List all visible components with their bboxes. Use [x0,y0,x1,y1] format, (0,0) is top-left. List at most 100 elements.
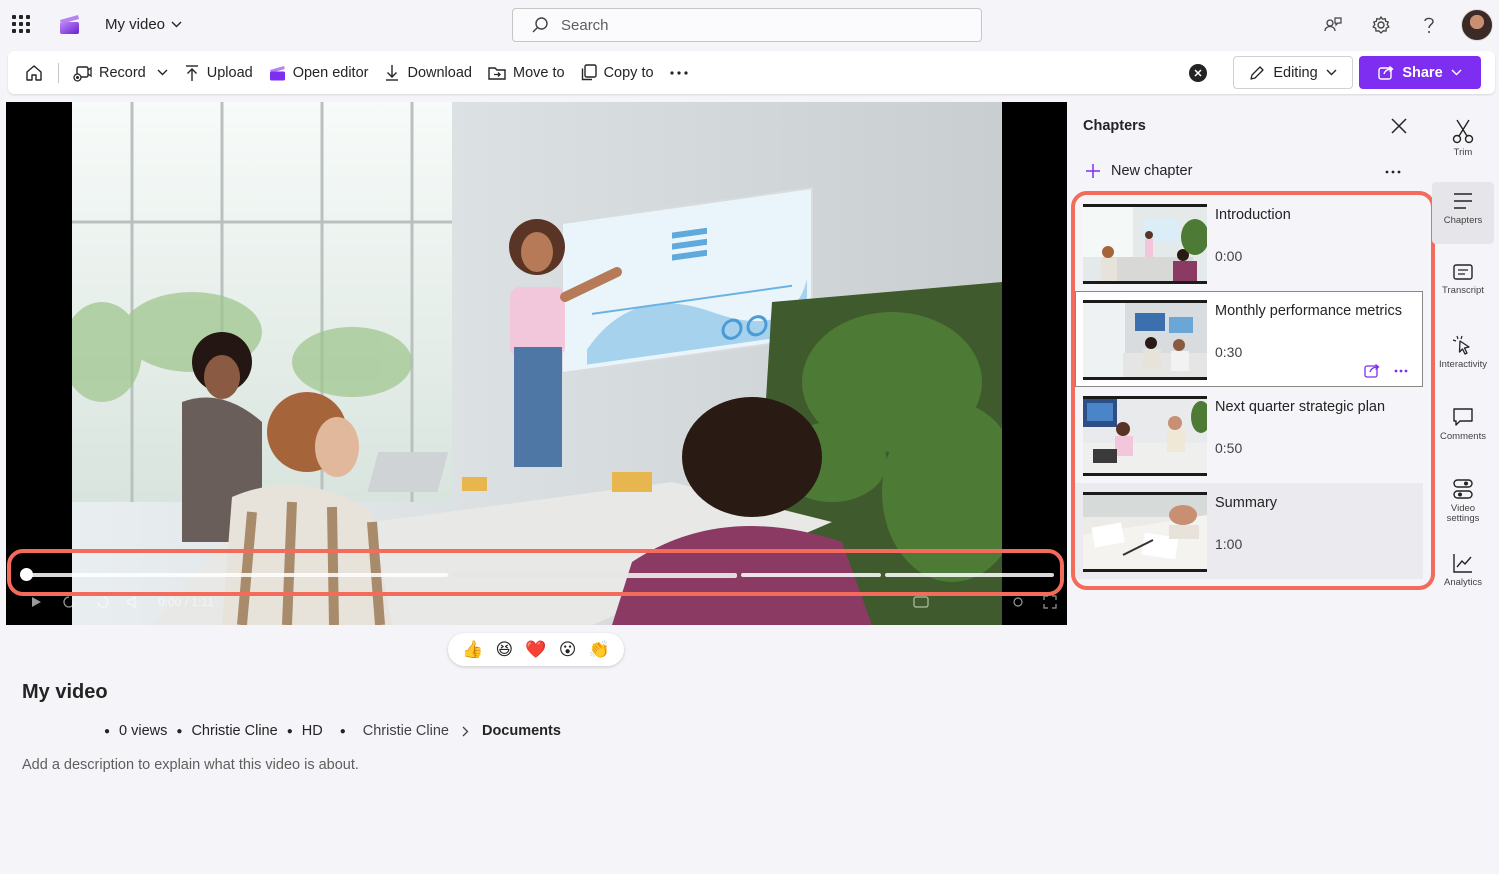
reaction-thumbs-up[interactable]: 👍 [462,640,483,660]
progress-bar-highlight [7,549,1064,596]
rail-comments-label: Comments [1440,431,1486,442]
chevron-down-icon [1326,69,1337,76]
user-avatar[interactable] [1461,9,1493,41]
rail-analytics-label: Analytics [1443,577,1482,588]
share-button[interactable]: Share [1359,56,1481,89]
chevron-right-icon [462,726,469,736]
close-icon[interactable] [1389,116,1409,136]
move-folder-icon [488,66,506,80]
rail-interactivity-label: Interactivity [1438,359,1488,370]
move-to-button[interactable]: Move to [480,51,573,94]
download-button[interactable]: Download [376,51,480,94]
rail-transcript-label: Transcript [1442,285,1484,296]
description-field[interactable]: Add a description to explain what this v… [22,757,359,773]
top-bar: My video Search [0,0,1499,50]
doc-title-menu[interactable]: My video [105,16,182,33]
rail-trim[interactable]: Trim [1432,110,1494,172]
open-editor-button[interactable]: Open editor [261,51,377,94]
owner-name[interactable]: Christie Cline [191,723,277,739]
rewind-icon[interactable] [62,595,76,609]
home-icon [26,64,42,81]
breadcrumb-owner[interactable]: Christie Cline [363,723,449,739]
chevron-down-icon [157,69,168,76]
share-icon [1378,65,1394,80]
breadcrumb-folder[interactable]: Documents [482,723,561,739]
reaction-surprised[interactable]: 😮 [559,640,577,660]
copy-icon [581,64,597,81]
quality-badge: HD [301,723,323,739]
copy-to-label: Copy to [603,64,654,81]
toolbar-divider [58,62,59,83]
new-chapter-label: New chapter [1111,163,1193,179]
record-button[interactable]: Record [65,51,176,94]
open-editor-label: Open editor [292,64,369,81]
doc-title: My video [105,16,166,33]
chevron-down-icon [1451,69,1462,76]
upload-button[interactable]: Upload [176,51,261,94]
analytics-chart-icon [1453,554,1472,573]
chapters-list-highlight [1071,191,1435,590]
chapters-list-icon [1454,193,1472,209]
clipchamp-logo-icon [60,15,79,34]
rail-analytics[interactable]: Analytics [1432,544,1494,606]
more-horizontal-icon[interactable] [1385,170,1401,174]
editing-mode-dropdown[interactable]: Editing [1233,56,1353,89]
rail-transcript[interactable]: Transcript [1432,254,1494,316]
upload-icon [185,64,198,81]
more-horizontal-icon [669,70,688,75]
more-actions-button[interactable] [662,51,696,94]
record-label: Record [99,64,146,81]
video-settings-icon [1453,479,1473,499]
rail-video-settings[interactable]: Video settings [1432,470,1494,532]
comment-icon [1453,408,1473,426]
play-icon[interactable] [30,596,42,608]
settings-gear-icon[interactable] [1357,8,1405,42]
volume-icon[interactable] [126,595,140,609]
rail-trim-label: Trim [1453,147,1473,158]
clear-close-icon[interactable] [1189,63,1207,82]
video-frame-office-meeting [72,102,1002,625]
search-input[interactable]: Search [512,8,982,42]
new-chapter-button[interactable]: New chapter [1085,163,1192,179]
video-player[interactable]: 0:00 / 1:11 [6,102,1067,625]
view-count: 0 views [119,723,168,739]
clipchamp-editor-icon [269,65,285,80]
transcript-icon [1453,264,1473,280]
chapters-panel-title: Chapters [1083,118,1146,134]
upload-label: Upload [206,64,253,81]
rail-chapters[interactable]: Chapters [1432,182,1494,244]
download-icon [386,64,399,81]
help-icon[interactable] [1405,8,1453,42]
time-display: 0:00 / 1:11 [158,595,214,609]
copy-to-button[interactable]: Copy to [573,51,662,94]
settings-icon[interactable] [1011,595,1025,609]
rail-video-settings-label: Video settings [1446,503,1480,524]
reaction-heart[interactable]: ❤️ [525,640,546,660]
search-icon [532,17,548,33]
rail-interactivity[interactable]: Interactivity [1432,326,1494,388]
move-to-label: Move to [512,64,565,81]
cursor-click-icon [1452,335,1470,355]
rail-comments[interactable]: Comments [1432,398,1494,460]
video-title: My video [22,681,108,703]
command-bar: Record Upload Open editor Download Move … [8,51,1495,94]
app-launcher-icon[interactable] [12,15,30,33]
reaction-laugh[interactable]: 😆 [495,640,513,660]
home-button[interactable] [8,51,52,94]
video-metadata: ● 0 views ● Christie Cline ● HD ● Christ… [104,723,561,739]
fullscreen-icon[interactable] [1043,595,1057,609]
reactions-bar: 👍 😆 ❤️ 😮 👏 [448,633,624,666]
forward-icon[interactable] [96,595,110,609]
share-label: Share [1402,64,1443,81]
reaction-clap[interactable]: 👏 [589,640,610,660]
pencil-icon [1250,65,1264,80]
people-connect-icon[interactable] [1309,8,1357,42]
scissors-icon [1452,119,1474,144]
plus-icon [1086,164,1100,178]
download-label: Download [407,64,472,81]
rail-chapters-label: Chapters [1443,215,1483,226]
captions-icon[interactable] [913,595,929,609]
chevron-down-icon [171,21,182,28]
record-icon [73,65,92,82]
editing-label: Editing [1273,64,1318,81]
